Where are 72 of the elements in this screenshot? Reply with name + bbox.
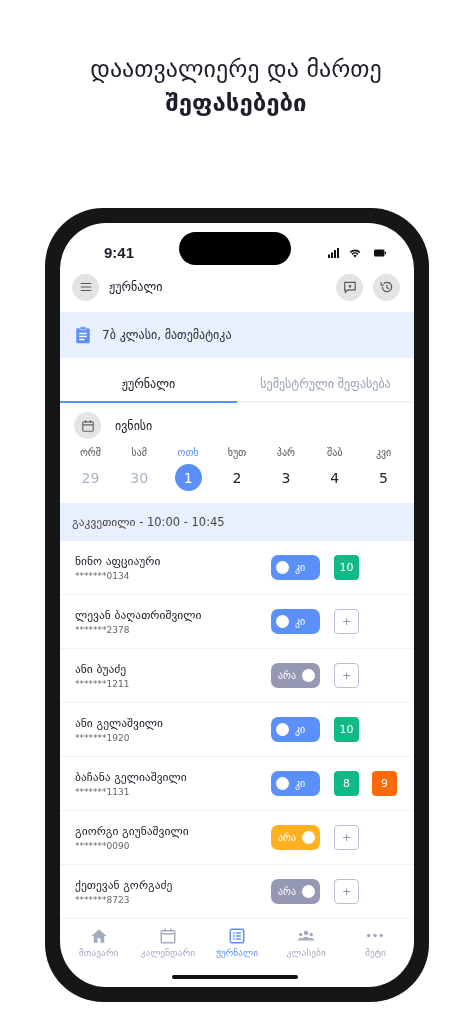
add-grade-button[interactable]: + [334,663,359,688]
menu-icon [78,280,93,294]
attendance-toggle[interactable]: კი [271,717,320,742]
wifi-icon [347,247,363,259]
date-button[interactable]: 29 [76,464,104,491]
weekday-label: შაბ [327,447,343,458]
more-icon [366,933,385,938]
nav-tab[interactable]: კლასები [271,927,341,958]
star-comment-icon [342,280,357,294]
student-id: *******8723 [75,895,131,905]
page-title: ჟურნალი [109,280,164,294]
history-icon [379,280,394,294]
student-name: ანი გელაშვილი [75,716,165,730]
date-button[interactable]: 5 [370,464,398,491]
weekday-label: პარ [276,447,295,458]
signal-icon [325,247,342,259]
grade-badge[interactable]: 8 [334,771,359,796]
comment-button[interactable] [336,273,363,301]
student-id: *******0134 [75,571,131,581]
calendar-icon [80,418,95,433]
attendance-toggle[interactable]: კი [271,771,320,796]
status-time: 9:41 [104,244,135,261]
calendar-button[interactable] [74,412,101,439]
weekday-label: ხუთ [227,447,247,458]
weekday-label: ორშ [79,447,101,458]
date-button[interactable]: 2 [223,464,251,491]
attendance-toggle[interactable]: არა [271,825,320,850]
nav-tab[interactable]: ჟურნალი [202,927,272,958]
headline: დაათვალიერე და მართე [90,54,382,85]
attendance-toggle[interactable]: არა [271,879,320,904]
grade-badge[interactable]: 9 [372,771,397,796]
grade-badge[interactable]: 10 [334,555,359,580]
history-button[interactable] [373,273,400,301]
date-button[interactable]: 30 [125,464,153,491]
date-button[interactable]: 1 [174,464,202,491]
calendar-icon [158,927,177,945]
attendance-toggle[interactable]: არა [271,663,320,688]
month-label: ივნისი [115,418,153,433]
tab[interactable]: ჟურნალი [60,366,237,403]
add-grade-button[interactable]: + [334,879,359,904]
student-id: *******0090 [75,841,131,851]
add-grade-button[interactable]: + [334,609,359,634]
student-name: ბაჩანა გელიაშვილი [75,770,188,784]
add-grade-button[interactable]: + [334,825,359,850]
student-name: ქეთევან გორგაძე [75,878,174,892]
lesson-time: გაკვეთილი - 10:00 - 10:45 [60,503,414,541]
weekday-label: კვი [375,447,392,458]
student-name: გიორგი გიუნაშვილი [75,824,190,838]
nav-tab[interactable]: მეტი [340,927,410,958]
student-name: ნინო აფციაური [75,554,162,568]
student-id: *******1211 [75,679,131,689]
class-title: 7ბ კლასი, მათემატიკა [102,328,232,342]
student-id: *******1920 [75,733,131,743]
attendance-toggle[interactable]: კი [271,609,320,634]
date-button[interactable]: 4 [321,464,349,491]
student-id: *******1131 [75,787,131,797]
student-name: ლევან ბაღათრიშვილი [75,608,203,622]
tab[interactable]: სემესტრული შეფასება [237,366,414,403]
menu-button[interactable] [72,273,99,301]
clipboard-icon [74,325,92,345]
home-icon [89,927,108,945]
attendance-toggle[interactable]: კი [271,555,320,580]
list-icon [228,927,246,945]
headline: შეფასებები [165,88,307,119]
nav-tab[interactable]: მთავარი [64,927,134,958]
weekday-label: ოთხ [177,447,199,458]
grade-badge[interactable]: 10 [334,717,359,742]
student-id: *******2378 [75,625,131,635]
weekday-label: სამ [131,447,148,458]
student-name: ანი ბუაძე [75,662,128,676]
nav-tab[interactable]: კალენდარი [133,927,203,958]
date-button[interactable]: 3 [272,464,300,491]
